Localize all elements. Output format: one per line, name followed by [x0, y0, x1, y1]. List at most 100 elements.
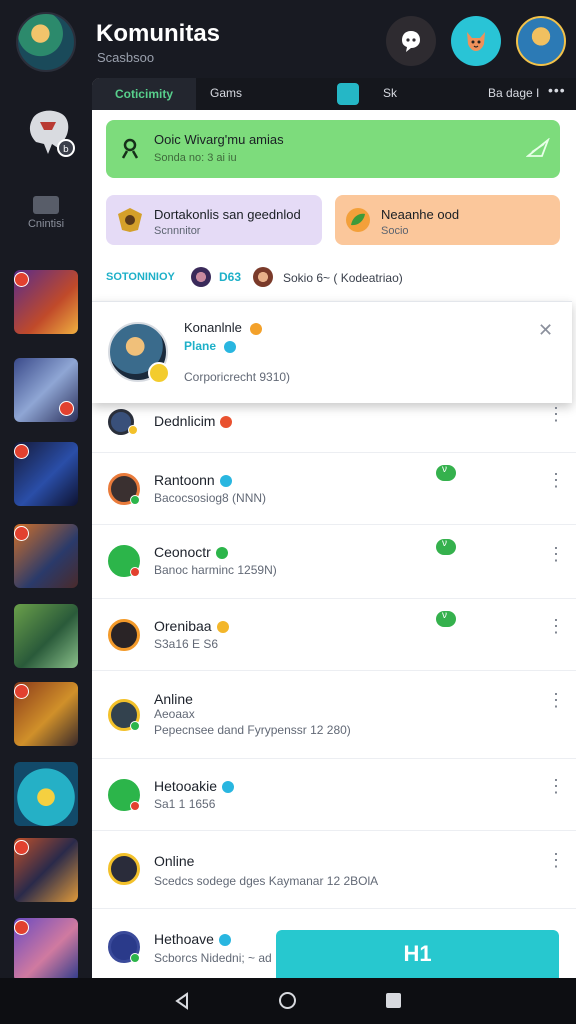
notifications-button[interactable] [386, 16, 436, 66]
list-item[interactable]: Anline Aeoaax Pepecnsee dand Fyrypenssr … [92, 671, 576, 759]
tab-badge[interactable]: Ba dage I [488, 86, 539, 100]
banner-subtitle: Sonda no: 3 ai iu [154, 152, 237, 164]
notification-dot [14, 684, 29, 699]
back-icon[interactable] [174, 992, 190, 1010]
ghost-bubble-icon [402, 31, 420, 52]
community-avatar[interactable] [16, 12, 76, 72]
notification-dot [14, 526, 29, 541]
status-dot [130, 567, 140, 577]
community-panel: Coticimity Gams Sk Ba dage I ••• Ooic Wi… [92, 78, 576, 978]
list-item[interactable]: Rantoonn Bacocsosiog8 (NNN) ⋮ [92, 453, 576, 525]
community-small-icon[interactable] [33, 196, 59, 214]
tab-games[interactable]: Gams [210, 86, 242, 100]
list-item[interactable]: Online Scedcs sodege dges Kaymanar 12 2B… [92, 831, 576, 909]
section-label: SOTONINIOY [106, 271, 175, 283]
member-avatar[interactable] [253, 267, 273, 287]
member-count: D63 [219, 270, 242, 284]
banner-title: Ooic Wivarg'mu amias [154, 132, 284, 147]
row-name: Ceonoctr [154, 544, 228, 560]
verified-icon [222, 781, 235, 794]
game-rail: b Cnintisi [0, 82, 92, 982]
leaf-icon [346, 208, 370, 232]
eagle-logo-icon[interactable]: b [22, 104, 76, 160]
game-thumb-5[interactable] [14, 604, 78, 668]
verified-icon [215, 547, 228, 560]
game-thumb-1[interactable] [14, 270, 78, 334]
row-detail: Bacocsosiog8 (NNN) [154, 491, 267, 505]
user-icon [121, 138, 139, 159]
row-name: Rantoonn [154, 472, 232, 488]
news-card-title: Neaanhe ood [381, 207, 460, 222]
row-name: Hethoave [154, 931, 231, 947]
home-icon[interactable] [279, 992, 296, 1009]
more-vert-icon[interactable]: ⋮ [547, 405, 565, 423]
game-thumb-9[interactable] [14, 918, 78, 982]
row-detail: Sa1 1 1656 [154, 797, 216, 811]
verified-icon [219, 475, 232, 488]
popup-role: Plane [184, 339, 217, 353]
verified-icon [224, 340, 237, 353]
game-thumb-2[interactable] [14, 358, 78, 422]
list-item[interactable]: Orenibaa S3a16 E S6 ⋮ [92, 599, 576, 671]
row-detail: Banoc harminc 1259N) [154, 563, 277, 577]
emoji-badge-icon [216, 621, 229, 634]
system-nav-bar [0, 978, 576, 1024]
popup-avatar-badge [148, 362, 170, 384]
game-thumb-8[interactable] [14, 838, 78, 902]
more-vert-icon[interactable]: ⋮ [547, 777, 565, 795]
section-info: Sokio 6~ ( Kodeatriao) [283, 271, 403, 285]
member-popup[interactable]: Konanlnle Plane Corporicrecht 9310) ✕ [92, 301, 572, 403]
row-detail: Aeoaax [154, 707, 195, 721]
game-thumb-3[interactable] [14, 442, 78, 506]
status-dot [130, 721, 140, 731]
notification-dot [14, 920, 29, 935]
member-avatar[interactable] [191, 267, 211, 287]
featured-banner[interactable]: Ooic Wivarg'mu amias Sonda no: 3 ai iu [106, 120, 560, 178]
row-name: Hetooakie [154, 778, 235, 794]
pill-label: ν [442, 610, 447, 621]
list-item[interactable]: Dednlicim ⋮ [92, 403, 576, 453]
more-vert-icon[interactable]: ⋮ [547, 617, 565, 635]
list-item[interactable]: Hetooakie Sa1 1 1656 ⋮ [92, 759, 576, 831]
status-dot [130, 495, 140, 505]
tab-community[interactable]: Coticimity [92, 78, 196, 110]
notification-dot [14, 272, 29, 287]
game-tab-icon[interactable] [337, 83, 359, 105]
row-name: Dednlicim [154, 413, 233, 429]
pill-label: ν [442, 538, 447, 549]
notification-dot [59, 401, 74, 416]
list-item[interactable]: Ceonoctr Banoc harminc 1259N) ⋮ [92, 525, 576, 599]
status-dot [128, 425, 138, 435]
news-card[interactable]: Neaanhe ood Socio [335, 195, 560, 245]
app-header: Komunitas Scasbsoo [0, 0, 576, 82]
row-detail: S3a16 E S6 [154, 637, 219, 651]
row-detail: Scedcs sodege dges Kaymanar 12 2BOlA [154, 874, 379, 888]
more-vert-icon[interactable]: ⋮ [547, 471, 565, 489]
primary-action-button[interactable]: H1 [276, 930, 559, 978]
row-detail-secondary: Pepecnsee dand Fyrypenssr 12 280) [154, 723, 351, 737]
send-icon[interactable] [526, 138, 550, 158]
more-vert-icon[interactable]: ⋮ [547, 545, 565, 563]
pill-label: ν [442, 464, 447, 475]
svg-text:b: b [63, 145, 69, 155]
tab-sk[interactable]: Sk [383, 86, 397, 100]
more-vert-icon[interactable]: ⋮ [547, 851, 565, 869]
pet-button[interactable] [451, 16, 501, 66]
game-thumb-7[interactable] [14, 762, 78, 826]
recents-icon[interactable] [386, 993, 401, 1008]
more-icon[interactable]: ••• [548, 82, 566, 98]
event-card-subtitle: Scnnnitor [154, 225, 201, 237]
flame-badge-icon [220, 416, 233, 429]
game-thumb-6[interactable] [14, 682, 78, 746]
fox-mascot-icon [467, 32, 485, 51]
row-name: Online [154, 853, 195, 869]
profile-avatar-button[interactable] [516, 16, 566, 66]
rail-label: Cnintisi [27, 218, 65, 230]
status-dot [130, 801, 140, 811]
event-card[interactable]: Dortakonlis san geednlod Scnnnitor [106, 195, 322, 245]
popup-name: Konanlnle [184, 320, 242, 335]
popup-detail: Corporicrecht 9310) [184, 370, 291, 384]
game-thumb-4[interactable] [14, 524, 78, 588]
close-icon[interactable]: ✕ [538, 320, 553, 341]
more-vert-icon[interactable]: ⋮ [547, 691, 565, 709]
